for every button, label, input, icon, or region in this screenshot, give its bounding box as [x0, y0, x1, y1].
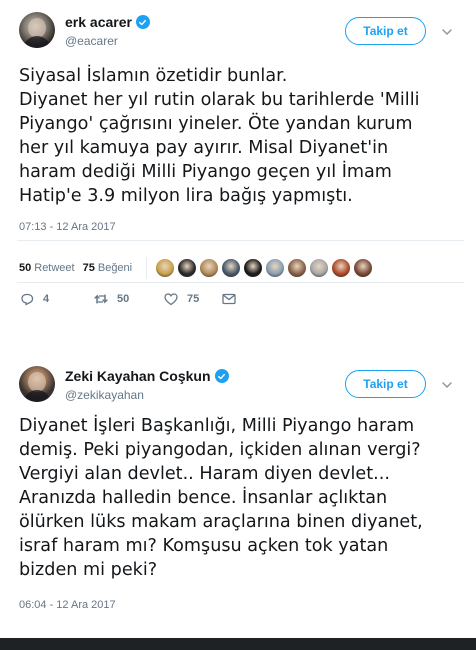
chevron-down-icon[interactable]: [440, 25, 454, 39]
liker-avatar[interactable]: [331, 258, 352, 278]
tweet-text-line: Hatip'e 3.9 milyon lira bağış yapmıştı.: [19, 186, 353, 206]
like-button[interactable]: 75: [163, 291, 225, 307]
liker-avatar[interactable]: [155, 258, 176, 278]
tweet-text-line: Diyanet İşleri Başkanlığı, Milli Piyango…: [19, 416, 415, 436]
retweet-stat-label: Retweet: [34, 262, 75, 274]
retweet-action-count: 50: [117, 293, 130, 305]
retweet-count: 50: [19, 262, 32, 274]
tweet-actions: 4 50 75: [19, 291, 283, 307]
liker-avatar[interactable]: [265, 258, 286, 278]
author-handle[interactable]: @eacarer: [65, 34, 118, 48]
tweet-text-line: Piyango' çağrısını yineler. Öte yandan k…: [19, 114, 413, 134]
liker-avatar[interactable]: [177, 258, 198, 278]
tweet-text-line: israf haram mı? Komşusu açken tok yatan: [19, 536, 389, 556]
liker-avatar[interactable]: [353, 258, 374, 278]
tweet-text-line: Aranızda halledin bence. İnsanlar açlıkt…: [19, 488, 388, 508]
reply-button[interactable]: 4: [19, 291, 81, 307]
tweet-text: Siyasal İslamın özetidir bunlar. Diyanet…: [19, 64, 471, 208]
tweet-timestamp[interactable]: 07:13 - 12 Ara 2017: [19, 221, 116, 233]
reply-icon: [21, 293, 34, 306]
author-name-row[interactable]: erk acarer: [65, 14, 150, 30]
avatar[interactable]: [19, 366, 55, 402]
tweet-text-line: demiş. Peki piyangodan, içkiden alınan v…: [19, 440, 421, 460]
verified-badge-icon: [135, 15, 150, 29]
divider: [17, 282, 464, 283]
tweet: erk acarer @eacarer Takip et Siyasal İsl…: [0, 0, 476, 338]
direct-message-button[interactable]: [221, 291, 283, 307]
tweet-text-line: her yıl kamuya pay ayırır. Misal Diyanet…: [19, 138, 389, 158]
follow-button[interactable]: Takip et: [345, 17, 426, 45]
follow-button[interactable]: Takip et: [345, 370, 426, 398]
like-icon: [164, 293, 178, 306]
author-handle[interactable]: @zekikayahan: [65, 388, 144, 402]
like-stat[interactable]: 75 Beğeni: [83, 262, 133, 274]
like-stat-label: Beğeni: [97, 262, 133, 274]
tweet-text-line: Vergiyi alan devlet.. Haram diyen devlet…: [19, 464, 390, 484]
avatar[interactable]: [19, 12, 55, 48]
tweet-text-line: Diyanet her yıl rutin olarak bu tarihler…: [19, 90, 420, 110]
liker-avatar[interactable]: [287, 258, 308, 278]
author-display-name[interactable]: erk acarer: [65, 14, 132, 30]
retweet-stat[interactable]: 50 Retweet: [19, 262, 75, 274]
liker-avatar[interactable]: [199, 258, 220, 278]
liker-avatars: [155, 258, 375, 278]
liker-avatar[interactable]: [309, 258, 330, 278]
reply-count: 4: [43, 293, 50, 305]
liker-avatar[interactable]: [221, 258, 242, 278]
divider: [17, 240, 464, 241]
liker-avatar[interactable]: [243, 258, 264, 278]
like-count: 75: [82, 262, 95, 274]
like-action-count: 75: [187, 293, 200, 305]
tweet-text-line: ölürken lüks makam araçlarına binen diya…: [19, 512, 423, 532]
tweet-stats: 50 Retweet 75 Beğeni: [19, 257, 375, 279]
tweet-text: Diyanet İşleri Başkanlığı, Milli Piyango…: [19, 414, 471, 582]
verified-badge-icon: [214, 369, 229, 383]
direct-message-icon: [222, 293, 236, 305]
retweet-button[interactable]: 50: [93, 291, 155, 307]
bottom-edge-bar: [0, 638, 476, 650]
author-display-name[interactable]: Zeki Kayahan Coşkun: [65, 368, 211, 384]
tweet-text-line: Siyasal İslamın özetidir bunlar.: [19, 66, 288, 86]
tweet-text-line: bizden mi peki?: [19, 560, 158, 580]
divider: [146, 257, 148, 279]
tweet-text-line: haram dediği Milli Piyango geçen yıl İma…: [19, 162, 392, 182]
retweet-icon: [94, 294, 108, 304]
chevron-down-icon[interactable]: [440, 378, 454, 392]
tweet-timestamp[interactable]: 06:04 - 12 Ara 2017: [19, 599, 116, 611]
author-name-row[interactable]: Zeki Kayahan Coşkun: [65, 368, 229, 384]
